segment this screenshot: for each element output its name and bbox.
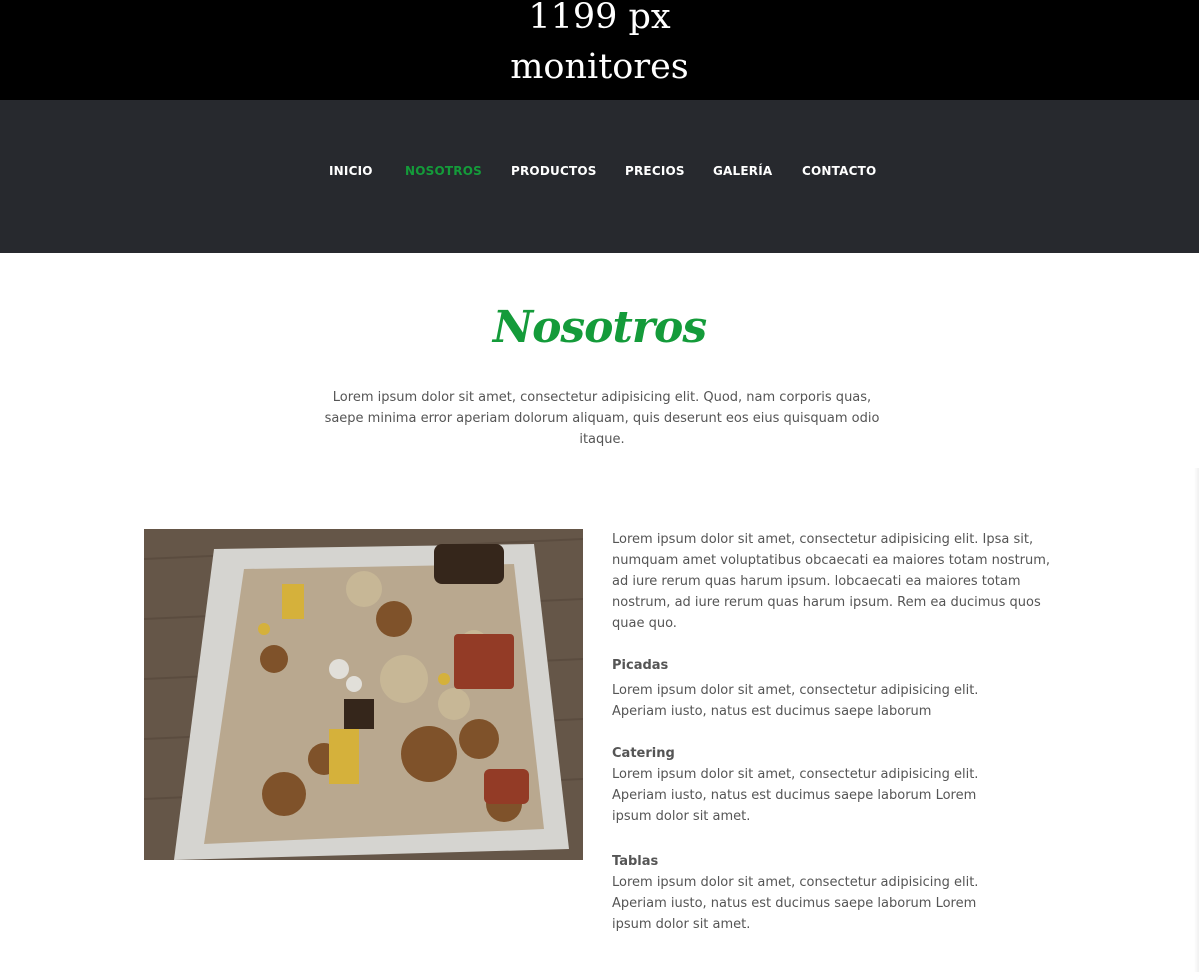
resolution-banner: 1199 px monitores [0, 0, 1199, 100]
service-text: Lorem ipsum dolor sit amet, consectetur … [612, 683, 979, 719]
service-picadas: Picadas Lorem ipsum dolor sit amet, cons… [612, 656, 1057, 722]
scrollbar-edge [1194, 468, 1199, 972]
main-navbar: INICIO NOSOTROS PRODUCTOS PRECIOS GALERÍ… [0, 100, 1199, 253]
service-tablas: Tablas Lorem ipsum dolor sit amet, conse… [612, 852, 1057, 935]
intro-text: Lorem ipsum dolor sit amet, consectetur … [324, 390, 880, 447]
banner-line-2: monitores [510, 47, 689, 87]
service-title: Tablas [612, 854, 659, 869]
nav-item-nosotros[interactable]: NOSOTROS [405, 162, 482, 180]
service-text: Lorem ipsum dolor sit amet, consectetur … [612, 875, 979, 932]
about-main-text: Lorem ipsum dolor sit amet, consectetur … [612, 532, 1051, 631]
service-text: Lorem ipsum dolor sit amet, consectetur … [612, 767, 979, 824]
banner-line-1: 1199 px [528, 0, 671, 37]
service-title: Picadas [612, 658, 669, 673]
service-title: Catering [612, 746, 675, 761]
nav-item-contacto[interactable]: CONTACTO [802, 162, 876, 180]
food-table-photo [144, 529, 583, 860]
nav-menu: INICIO NOSOTROS PRODUCTOS PRECIOS GALERÍ… [0, 162, 1199, 182]
nav-item-galeria[interactable]: GALERÍA [713, 162, 772, 180]
nav-item-inicio[interactable]: INICIO [329, 162, 373, 180]
nav-item-precios[interactable]: PRECIOS [625, 162, 685, 180]
service-catering: Catering Lorem ipsum dolor sit amet, con… [612, 744, 1057, 827]
section-title: Nosotros [492, 302, 707, 353]
nav-item-productos[interactable]: PRODUCTOS [511, 162, 597, 180]
